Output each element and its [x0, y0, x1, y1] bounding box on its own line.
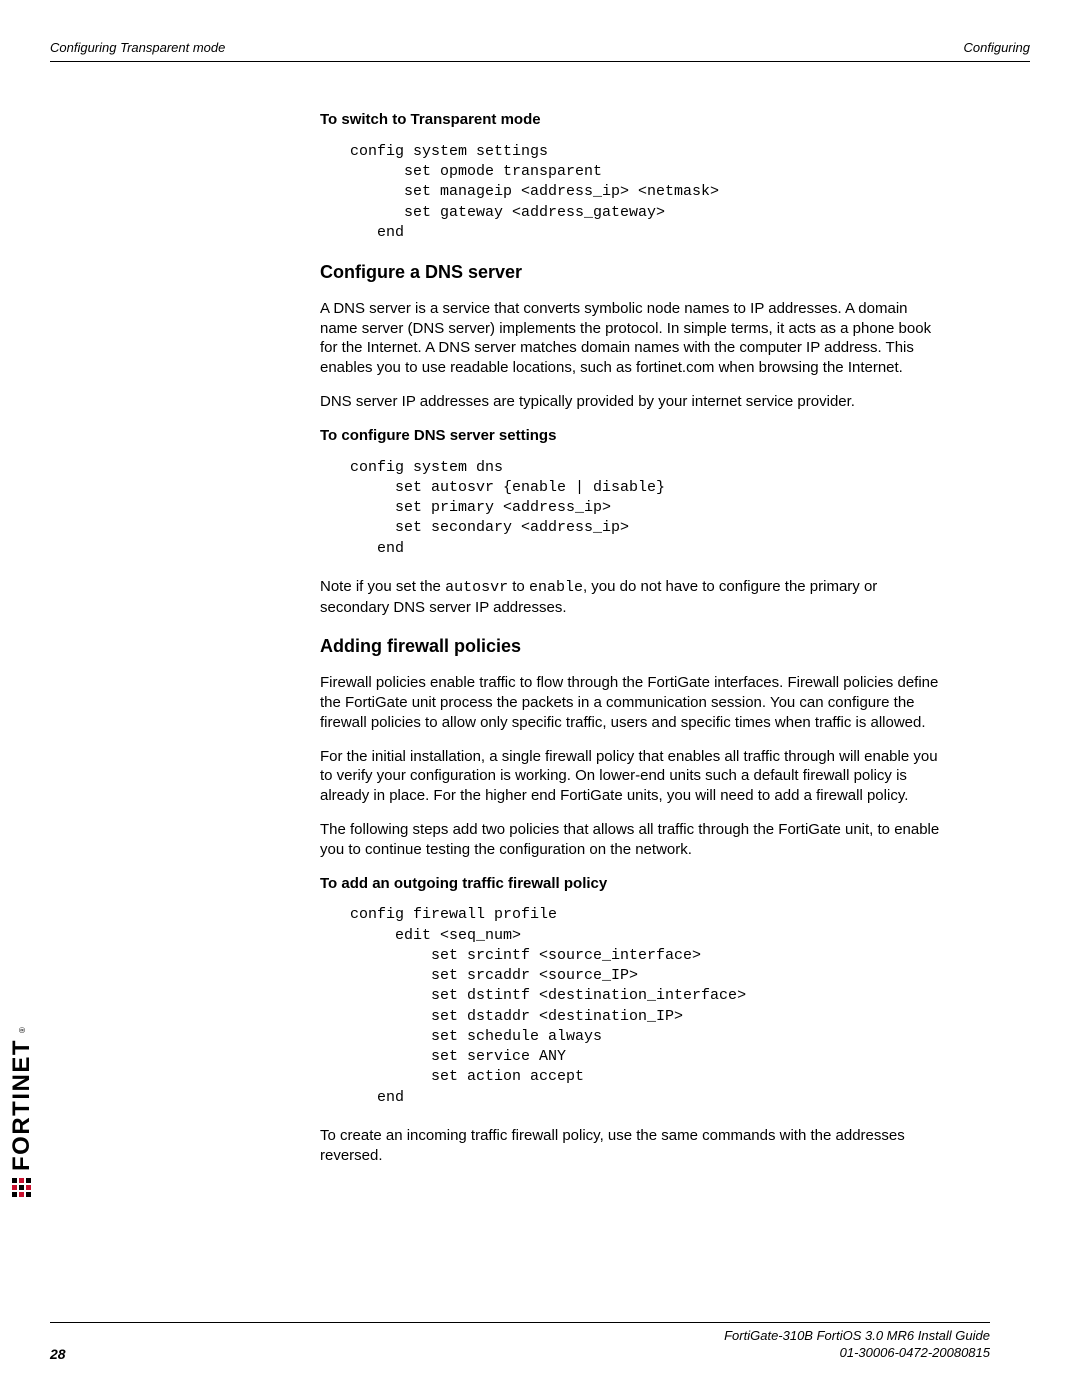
inline-code-autosvr: autosvr	[445, 579, 508, 596]
heading-firewall: Adding firewall policies	[320, 635, 940, 659]
doc-id: 01-30006-0472-20080815	[724, 1345, 990, 1362]
code-block-dns: config system dns set autosvr {enable | …	[350, 458, 940, 559]
code-block-transparent: config system settings set opmode transp…	[350, 142, 940, 243]
doc-info: FortiGate-310B FortiOS 3.0 MR6 Install G…	[724, 1328, 990, 1362]
dns-para1: A DNS server is a service that converts …	[320, 299, 940, 378]
proc-title-firewall: To add an outgoing traffic firewall poli…	[320, 874, 940, 894]
header-right: Configuring	[964, 40, 1031, 55]
guide-title: FortiGate-310B FortiOS 3.0 MR6 Install G…	[724, 1328, 990, 1345]
logo-mark-icon	[12, 1177, 32, 1197]
page-number: 28	[50, 1346, 66, 1362]
firewall-para3: The following steps add two policies tha…	[320, 820, 940, 860]
firewall-para1: Firewall policies enable traffic to flow…	[320, 673, 940, 732]
dns-note: Note if you set the autosvr to enable, y…	[320, 577, 940, 618]
main-content: To switch to Transparent mode config sys…	[320, 110, 940, 1165]
dns-para2: DNS server IP addresses are typically pr…	[320, 392, 940, 412]
firewall-para2: For the initial installation, a single f…	[320, 747, 940, 806]
inline-code-enable: enable	[529, 579, 583, 596]
logo-text: FORTINET	[8, 1039, 36, 1171]
registered-mark: ®	[18, 1026, 27, 1033]
code-block-firewall: config firewall profile edit <seq_num> s…	[350, 905, 940, 1108]
proc-title-transparent: To switch to Transparent mode	[320, 110, 940, 130]
firewall-para4: To create an incoming traffic firewall p…	[320, 1126, 940, 1166]
header-left: Configuring Transparent mode	[50, 40, 225, 55]
page-footer: 28 FortiGate-310B FortiOS 3.0 MR6 Instal…	[50, 1322, 990, 1362]
brand-logo: FORTINET ®	[8, 1026, 36, 1197]
heading-dns: Configure a DNS server	[320, 261, 940, 285]
proc-title-dns: To configure DNS server settings	[320, 426, 940, 446]
page-header: Configuring Transparent mode Configuring	[50, 40, 1030, 62]
